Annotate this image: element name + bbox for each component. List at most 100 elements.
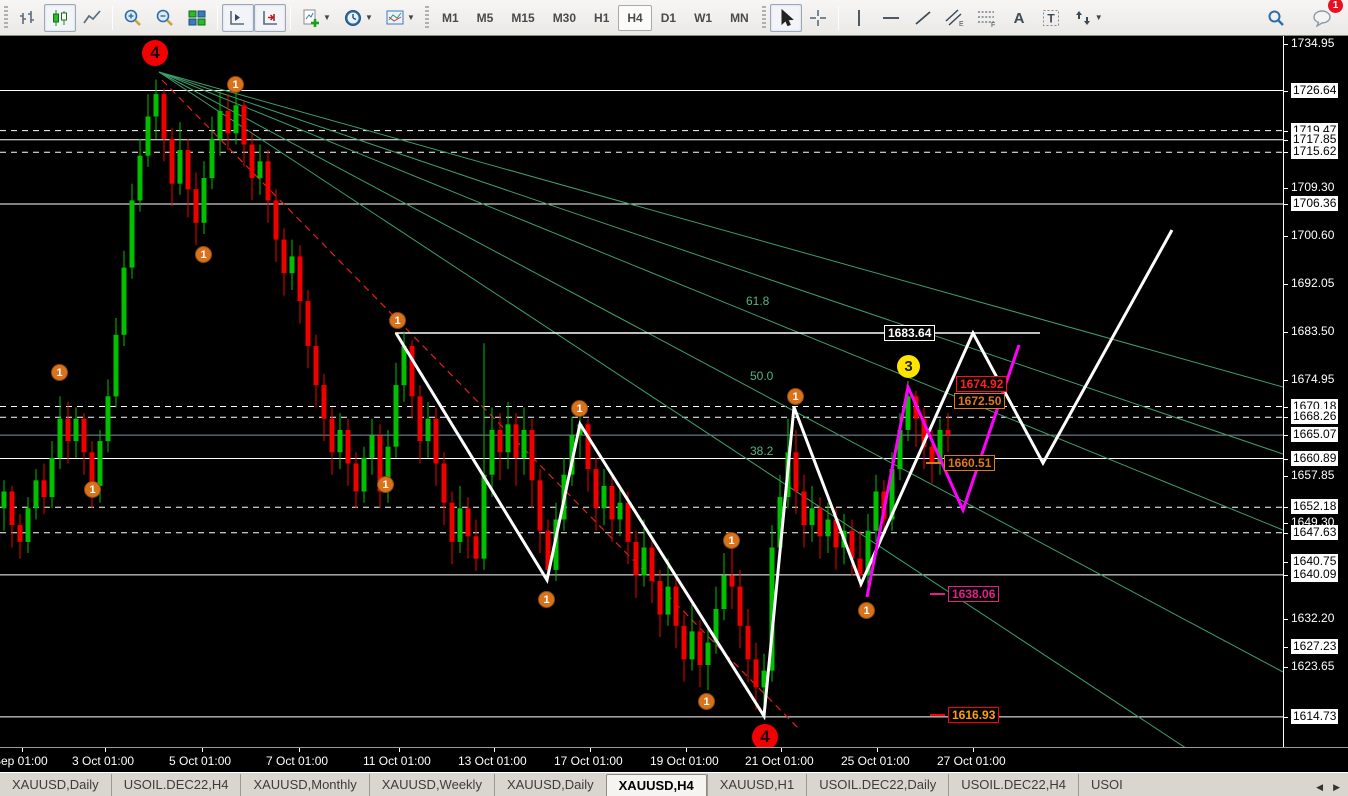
timeframe-d1-button[interactable]: D1 (652, 5, 685, 31)
chart-tab-xauusd-weekly[interactable]: XAUUSD,Weekly (369, 774, 494, 796)
chart-tab-xauusd-h4[interactable]: XAUUSD,H4 (606, 774, 707, 796)
timeframe-m15-button[interactable]: M15 (502, 5, 543, 31)
text-button[interactable]: A (1003, 4, 1035, 32)
candlestick-chart-button[interactable] (44, 4, 76, 32)
candle-body (82, 419, 87, 453)
candle-body (450, 503, 455, 542)
price-axis-tick (1284, 332, 1288, 333)
horizontal-line-button[interactable] (875, 4, 907, 32)
crosshair-button[interactable] (802, 4, 834, 32)
periods-button[interactable]: ▼ (337, 4, 379, 32)
timeframe-mn-button[interactable]: MN (721, 5, 758, 31)
price-axis[interactable]: 1734.951726.641719.471717.851715.621709.… (1283, 36, 1348, 747)
timeframe-h4-button[interactable]: H4 (618, 5, 651, 31)
timeframe-w1-button[interactable]: W1 (685, 5, 721, 31)
fibo-fan-line[interactable] (159, 72, 1283, 672)
candle-body (58, 419, 63, 458)
indicators-button[interactable]: ▼ (295, 4, 337, 32)
bar-chart-button[interactable] (12, 4, 44, 32)
textA-icon: A (1009, 8, 1029, 28)
candle-body (746, 626, 751, 660)
candle-body (490, 430, 495, 475)
chart-tab-xauusd-monthly[interactable]: XAUUSD,Monthly (240, 774, 368, 796)
vertical-line-button[interactable] (843, 4, 875, 32)
toolbar-grip[interactable] (425, 6, 429, 30)
timeframe-h1-button[interactable]: H1 (585, 5, 618, 31)
tile-windows-button[interactable] (181, 4, 213, 32)
chart-tab-usoi[interactable]: USOI (1078, 774, 1135, 796)
candle-body (34, 480, 39, 508)
toolbar-grip[interactable] (4, 6, 8, 30)
templates-button[interactable]: ▼ (379, 4, 421, 32)
timeframe-m5-button[interactable]: M5 (468, 5, 503, 31)
cursor-button[interactable] (770, 4, 802, 32)
zoom-in-button[interactable] (117, 4, 149, 32)
candle-body (90, 452, 95, 486)
dropdown-caret-icon[interactable]: ▼ (407, 13, 415, 22)
dropdown-caret-icon[interactable]: ▼ (1095, 13, 1103, 22)
candle-body (266, 161, 271, 200)
chart-tab-xauusd-h1[interactable]: XAUUSD,H1 (707, 774, 806, 796)
candle-body (442, 464, 447, 503)
toolbar-separator (217, 6, 218, 30)
fibo-fan-line[interactable] (159, 72, 1283, 530)
candle-body (98, 441, 103, 486)
textT-icon: T (1041, 8, 1061, 28)
candle-body (258, 161, 263, 178)
auto-scroll-button[interactable] (222, 4, 254, 32)
toolbar-grip[interactable] (762, 6, 766, 30)
candle-body (402, 346, 407, 385)
search-button[interactable] (1260, 4, 1292, 32)
timeframe-m30-button[interactable]: M30 (544, 5, 585, 31)
candle-body (218, 111, 223, 139)
line-chart-button[interactable] (76, 4, 108, 32)
price-axis-label: 1640.09 (1291, 567, 1338, 582)
trendline-button[interactable] (907, 4, 939, 32)
zoomout-icon (155, 8, 175, 28)
time-axis-tick (973, 748, 974, 752)
fibo-fan-line[interactable] (159, 72, 1283, 454)
price-axis-label: 1632.20 (1291, 611, 1334, 626)
price-axis-tick (1284, 476, 1288, 477)
equidistant-channel-button[interactable]: E (939, 4, 971, 32)
dropdown-caret-icon[interactable]: ▼ (323, 13, 331, 22)
time-axis-label: 19 Oct 01:00 (650, 754, 719, 768)
candle-body (826, 520, 831, 537)
candle-body (818, 508, 823, 536)
timeframe-m1-button[interactable]: M1 (433, 5, 468, 31)
price-axis-tick (1284, 667, 1288, 668)
time-axis-label: Sep 01:00 (0, 754, 48, 768)
candle-body (290, 256, 295, 273)
candle-body (26, 508, 31, 542)
notifications-button[interactable]: 1 (1306, 4, 1338, 32)
chart-canvas[interactable] (0, 36, 1283, 747)
price-axis-label: 1657.85 (1291, 468, 1334, 483)
chart-tab-bar: XAUUSD,DailyUSOIL.DEC22,H4XAUUSD,Monthly… (0, 772, 1348, 796)
arrows-icon (1073, 8, 1093, 28)
candle-body (618, 503, 623, 520)
time-axis[interactable]: Sep 01:003 Oct 01:005 Oct 01:007 Oct 01:… (0, 747, 1348, 772)
chat-bubble-icon (1312, 9, 1332, 27)
price-axis-tick (1284, 380, 1288, 381)
tab-scroll-left-icon[interactable]: ◀ (1316, 782, 1323, 793)
dropdown-caret-icon[interactable]: ▼ (365, 13, 373, 22)
zoom-out-button[interactable] (149, 4, 181, 32)
time-axis-tick (781, 748, 782, 752)
text-label-button[interactable]: T (1035, 4, 1067, 32)
price-axis-label: 1700.60 (1291, 228, 1334, 243)
white-wave-zigzag[interactable] (396, 230, 1172, 716)
tab-scroll-right-icon[interactable]: ▶ (1333, 782, 1340, 793)
scroll-group (222, 4, 286, 32)
arrows-button[interactable]: ▼ (1067, 4, 1109, 32)
chart-tab-xauusd-daily[interactable]: XAUUSD,Daily (0, 774, 111, 796)
fibonacci-button[interactable]: F (971, 4, 1003, 32)
chart-tab-usoil-dec22-h4[interactable]: USOIL.DEC22,H4 (948, 774, 1078, 796)
chart-tab-usoil-dec22-daily[interactable]: USOIL.DEC22,Daily (806, 774, 948, 796)
fibo-fan-line[interactable] (159, 72, 1283, 387)
chart-tab-xauusd-daily[interactable]: XAUUSD,Daily (494, 774, 606, 796)
candle-body (514, 424, 519, 458)
candle-body (682, 626, 687, 660)
chart-tab-usoil-dec22-h4[interactable]: USOIL.DEC22,H4 (111, 774, 241, 796)
price-axis-tick (1284, 140, 1288, 141)
chart-shift-button[interactable] (254, 4, 286, 32)
